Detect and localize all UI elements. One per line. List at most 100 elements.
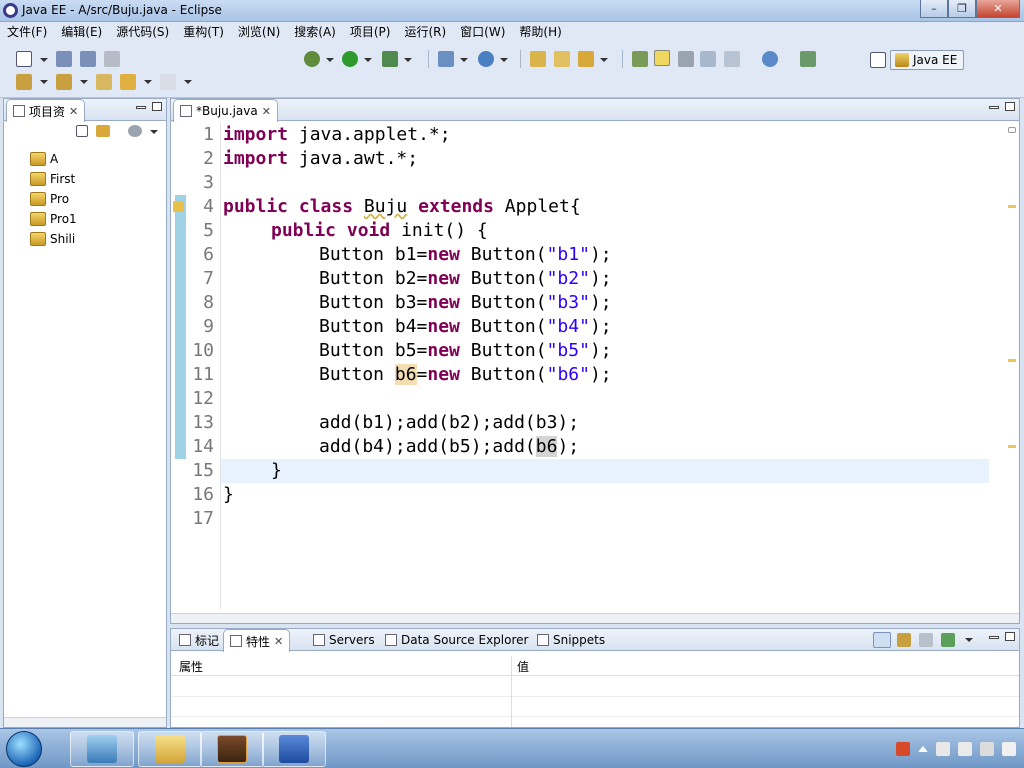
column-property[interactable]: 属性 (179, 658, 203, 675)
minimize-view-icon[interactable] (989, 636, 999, 639)
next-annotation-icon[interactable] (16, 74, 32, 90)
toggle-ant-icon[interactable] (632, 51, 648, 67)
maximize-view-icon[interactable] (1005, 632, 1015, 641)
close-icon[interactable]: ✕ (69, 105, 78, 118)
save-all-icon[interactable] (80, 51, 96, 67)
new-server-dropdown-icon[interactable] (460, 58, 468, 62)
menu-window[interactable]: 窗口(W) (453, 22, 512, 42)
back-icon[interactable] (120, 74, 136, 90)
new-dropdown-icon[interactable] (40, 58, 48, 62)
menu-source[interactable]: 源代码(S) (109, 22, 176, 42)
tree-item-project[interactable]: Pro1 (30, 209, 77, 229)
overview-mark[interactable] (1008, 205, 1016, 208)
overview-ruler[interactable] (1005, 123, 1019, 609)
close-icon[interactable]: ✕ (274, 635, 283, 648)
maximize-view-icon[interactable] (1005, 102, 1015, 111)
scroll-up-icon[interactable] (1008, 127, 1016, 133)
taskbar-java-ee-ide[interactable] (200, 731, 264, 767)
show-whitespace-icon[interactable] (700, 51, 716, 67)
taskbar-word[interactable] (262, 731, 326, 767)
new-server-icon[interactable] (438, 51, 454, 67)
run-dropdown-icon[interactable] (364, 58, 372, 62)
show-categories-icon[interactable] (873, 632, 891, 648)
tree-item-project[interactable]: Pro (30, 189, 77, 209)
view-menu-icon[interactable] (965, 638, 973, 642)
column-value[interactable]: 值 (517, 658, 529, 675)
close-button[interactable]: ✕ (976, 0, 1020, 18)
overview-mark[interactable] (1008, 445, 1016, 448)
tree-item-project[interactable]: First (30, 169, 77, 189)
link-with-editor-icon[interactable] (96, 125, 110, 137)
start-orb[interactable] (6, 731, 42, 767)
restore-default-icon[interactable] (919, 633, 933, 647)
menu-file[interactable]: 文件(F) (0, 22, 54, 42)
tree-item-project[interactable]: Shili (30, 229, 77, 249)
horizontal-scrollbar[interactable] (4, 717, 166, 727)
open-folder-icon[interactable] (554, 51, 570, 67)
menu-search[interactable]: 搜索(A) (287, 22, 343, 42)
maximize-button[interactable]: ❐ (948, 0, 976, 18)
tab-buju-java[interactable]: *Buju.java ✕ (173, 99, 278, 122)
minimize-view-icon[interactable] (136, 106, 146, 109)
show-advanced-icon[interactable] (897, 633, 911, 647)
input-method-icon[interactable] (896, 742, 910, 756)
prev-annotation-dropdown-icon[interactable] (80, 80, 88, 84)
collapse-all-icon[interactable] (76, 125, 88, 137)
warning-icon[interactable] (173, 201, 184, 212)
save-icon[interactable] (56, 51, 72, 67)
tab-project-explorer[interactable]: 项目资 ✕ (6, 99, 86, 122)
menu-edit[interactable]: 编辑(E) (54, 22, 109, 42)
open-perspective-icon[interactable] (870, 52, 886, 68)
prev-annotation-icon[interactable] (56, 74, 72, 90)
taskbar-desktop[interactable] (70, 731, 134, 767)
search-flashlight-icon[interactable] (578, 51, 594, 67)
view-menu-icon[interactable] (150, 130, 158, 134)
filter-icon[interactable] (128, 125, 142, 137)
open-type-icon[interactable] (530, 51, 546, 67)
menu-refactor[interactable]: 重构(T) (176, 22, 231, 42)
toggle-mark-occurrences-icon[interactable] (654, 50, 670, 66)
tab-markers[interactable]: 标记 (173, 629, 225, 651)
network-icon[interactable] (958, 742, 972, 756)
globe-icon[interactable] (762, 51, 778, 67)
tab-data-source-explorer[interactable]: Data Source Explorer (379, 629, 534, 651)
menu-help[interactable]: 帮助(H) (512, 22, 568, 42)
tree-item-project[interactable]: A (30, 149, 77, 169)
print-icon[interactable] (104, 51, 120, 67)
source-code[interactable]: import java.applet.*; import java.awt.*;… (223, 123, 989, 609)
forward-dropdown-icon[interactable] (184, 80, 192, 84)
paragraph-icon[interactable] (724, 51, 740, 67)
debug-dropdown-icon[interactable] (326, 58, 334, 62)
last-edit-icon[interactable] (96, 74, 112, 90)
next-annotation-dropdown-icon[interactable] (40, 80, 48, 84)
column-divider[interactable] (511, 656, 512, 727)
search-dropdown-icon[interactable] (600, 58, 608, 62)
new-web-service-icon[interactable] (478, 51, 494, 67)
overview-mark[interactable] (1008, 359, 1016, 362)
run-icon[interactable] (342, 51, 358, 67)
new-icon[interactable] (16, 51, 32, 67)
minimize-button[interactable]: – (920, 0, 948, 18)
editor-horizontal-scrollbar[interactable] (171, 613, 1019, 623)
web-service-dropdown-icon[interactable] (500, 58, 508, 62)
forward-icon[interactable] (160, 74, 176, 90)
team-sync-icon[interactable] (800, 51, 816, 67)
show-hidden-icons-icon[interactable] (918, 746, 928, 752)
debug-icon[interactable] (304, 51, 320, 67)
close-icon[interactable]: ✕ (262, 105, 271, 118)
volume-icon[interactable] (1002, 742, 1016, 756)
minimize-view-icon[interactable] (989, 106, 999, 109)
external-tools-dropdown-icon[interactable] (404, 58, 412, 62)
external-tools-icon[interactable] (382, 51, 398, 67)
menu-run[interactable]: 运行(R) (397, 22, 453, 42)
menu-navigate[interactable]: 浏览(N) (231, 22, 287, 42)
block-selection-icon[interactable] (678, 51, 694, 67)
signal-icon[interactable] (980, 742, 994, 756)
menu-project[interactable]: 项目(P) (343, 22, 398, 42)
tab-properties[interactable]: 特性 ✕ (223, 629, 291, 652)
pin-icon[interactable] (941, 633, 955, 647)
taskbar-explorer[interactable] (138, 731, 202, 767)
maximize-view-icon[interactable] (152, 102, 162, 111)
code-area[interactable]: 1 2 3 4 5 6 7 8 9 10 11 12 13 14 15 16 1… (171, 123, 1019, 609)
action-center-icon[interactable] (936, 742, 950, 756)
